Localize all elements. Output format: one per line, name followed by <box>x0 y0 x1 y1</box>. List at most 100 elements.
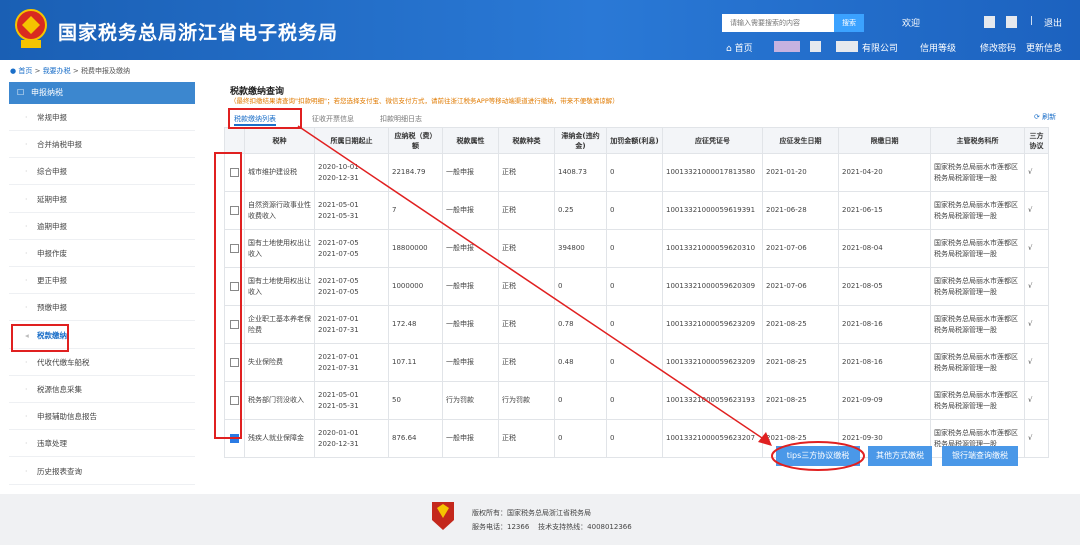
company-name: 有限公司 <box>862 44 899 54</box>
column-header: 应纳税（费）额 <box>388 127 443 154</box>
sidebar-item-label: 预缴申报 <box>37 303 67 313</box>
sidebar-item[interactable]: · 逾期申报 <box>9 212 195 240</box>
cell-occur: 2021-07-06 <box>762 267 839 306</box>
row-checkbox[interactable] <box>230 281 239 291</box>
cell-deadline: 2021-08-05 <box>838 267 931 306</box>
cell-penalty: 0 <box>606 191 663 230</box>
sidebar-item[interactable]: · 代收代缴车船税 <box>9 348 195 376</box>
cell-kind: 行为罚款 <box>498 381 555 420</box>
cell-tax: 失业保险费 <box>244 343 315 382</box>
cell-office: 国家税务总局丽水市莲都区税务局税源管理一股 <box>930 343 1025 382</box>
row-checkbox[interactable] <box>230 357 239 367</box>
sidebar-item[interactable]: · 申报辅助信息报告 <box>9 403 195 431</box>
period-start: 2020-10-01 <box>318 162 359 171</box>
row-checkbox[interactable] <box>230 243 239 253</box>
cell-deadline: 2021-09-09 <box>838 381 931 420</box>
row-select-cell <box>224 419 245 458</box>
cell-late-fee: 0 <box>554 267 607 306</box>
bullet-icon: · <box>25 303 28 313</box>
update-info-link[interactable]: 更新信息 <box>1026 41 1062 54</box>
cell-tax: 残疾人就业保障金 <box>244 419 315 458</box>
cell-amount: 172.48 <box>388 305 443 344</box>
cell-tripartite: √ <box>1024 419 1049 458</box>
cell-penalty: 0 <box>606 305 663 344</box>
sidebar-item[interactable]: · 申报作废 <box>9 240 195 267</box>
sidebar-item[interactable]: ◂ 税款缴纳 <box>9 321 195 349</box>
row-select-cell <box>224 191 245 230</box>
sidebar-item[interactable]: · 常规申报 <box>9 104 195 131</box>
cell-voucher: 10013321000017813580 <box>662 153 763 192</box>
row-checkbox[interactable] <box>230 167 239 177</box>
sidebar-item[interactable]: · 预缴申报 <box>9 294 195 322</box>
cell-voucher: 10013321000059620309 <box>662 267 763 306</box>
table-row: 税务部门罚没收入 2021-05-01 2021-05-31 50 行为罚款 行为罚款 0 0… <box>224 381 1049 420</box>
breadcrumb-home[interactable]: 首页 <box>18 67 32 75</box>
table-row: 国有土地使用权出让收入 2021-07-05 2021-07-05 1000000 一般… <box>224 267 1049 306</box>
footer-contact: 服务电话：12366 技术支持热线：4008012366 <box>472 523 632 531</box>
sidebar-item-label: 税源信息采集 <box>37 385 82 394</box>
bank-query-pay-button[interactable]: 银行端查询缴税 <box>942 446 1018 466</box>
cell-amount: 22184.79 <box>388 153 443 192</box>
cell-tax: 自然资源行政事业性收费收入 <box>244 191 315 230</box>
sidebar-header[interactable]: ☐ 申报纳税 <box>9 82 195 104</box>
period-end: 2020-12-31 <box>318 173 359 182</box>
redacted-block <box>984 16 995 28</box>
period-end: 2021-07-05 <box>318 287 359 296</box>
tips-tripartite-pay-button[interactable]: tips三方协议缴税 <box>776 446 860 466</box>
cell-late-fee: 0.78 <box>554 305 607 344</box>
table-header-row: 税种 所属日期起止 应纳税（费）额 税款属性 税款种类 滞纳金(违约金) 加罚金额(利息) 应… <box>224 127 1049 154</box>
cell-tripartite: √ <box>1024 191 1049 230</box>
sidebar-item[interactable]: · 税源信息采集 <box>9 376 195 403</box>
refresh-link[interactable]: ⟳ 刷新 <box>1034 112 1056 122</box>
cell-attr: 一般申报 <box>442 267 499 306</box>
other-pay-button[interactable]: 其他方式缴税 <box>868 446 932 466</box>
sidebar-item[interactable]: · 综合申报 <box>9 158 195 186</box>
row-checkbox[interactable] <box>230 395 239 405</box>
cell-amount: 107.11 <box>388 343 443 382</box>
breadcrumb-sep: > <box>72 67 79 75</box>
cell-amount: 50 <box>388 381 443 420</box>
refresh-label: 刷新 <box>1042 113 1057 121</box>
cell-voucher: 10013321000059623193 <box>662 381 763 420</box>
breadcrumb-sep: > <box>34 67 41 75</box>
change-password-link[interactable]: 修改密码 <box>980 41 1016 54</box>
table-row: 企业职工基本养老保险费 2021-07-01 2021-07-31 172.48 一般申… <box>224 305 1049 344</box>
cell-period: 2021-05-01 2021-05-31 <box>314 191 389 230</box>
cell-tax: 城市维护建设税 <box>244 153 315 192</box>
cell-penalty: 0 <box>606 229 663 268</box>
home-link[interactable]: ⌂ 首页 <box>726 41 753 54</box>
bullet-icon: · <box>25 167 28 177</box>
cell-period: 2020-10-01 2020-12-31 <box>314 153 389 192</box>
search-input[interactable] <box>722 14 834 32</box>
period-start: 2021-07-05 <box>318 276 359 285</box>
tab-payment-list[interactable]: 税款缴纳列表 <box>234 114 276 126</box>
row-checkbox[interactable] <box>230 319 239 329</box>
credit-rating-link[interactable]: 信用等级 <box>920 41 956 54</box>
cell-attr: 一般申报 <box>442 191 499 230</box>
cell-kind: 正税 <box>498 267 555 306</box>
cell-late-fee: 0.48 <box>554 343 607 382</box>
logout-link[interactable]: 退出 <box>1044 16 1062 29</box>
column-header: 税种 <box>244 127 315 154</box>
sidebar-title: 申报纳税 <box>31 88 63 97</box>
sidebar-item[interactable]: · 更正申报 <box>9 267 195 295</box>
sidebar-item[interactable]: · 历史报表查询 <box>9 457 195 485</box>
cell-tripartite: √ <box>1024 267 1049 306</box>
row-checkbox[interactable] <box>230 205 239 215</box>
column-header: 税款属性 <box>442 127 499 154</box>
breadcrumb-my-office[interactable]: 我要办税 <box>43 67 71 75</box>
cell-kind: 正税 <box>498 305 555 344</box>
header-separator: | <box>1030 16 1034 26</box>
sidebar-item[interactable]: · 延期申报 <box>9 185 195 213</box>
tab-deduction-log[interactable]: 扣款明细日志 <box>380 114 422 124</box>
cell-attr: 一般申报 <box>442 305 499 344</box>
cell-attr: 一般申报 <box>442 419 499 458</box>
row-select-cell <box>224 343 245 382</box>
sidebar-item[interactable]: · 合并纳税申报 <box>9 131 195 159</box>
search-button[interactable]: 搜索 <box>834 14 864 32</box>
row-select-cell <box>224 305 245 344</box>
row-checkbox[interactable] <box>230 433 239 443</box>
sidebar-item[interactable]: · 违章处理 <box>9 430 195 458</box>
sidebar-item-label: 违章处理 <box>37 439 67 449</box>
tab-invoice-info[interactable]: 征收开票信息 <box>312 114 354 124</box>
